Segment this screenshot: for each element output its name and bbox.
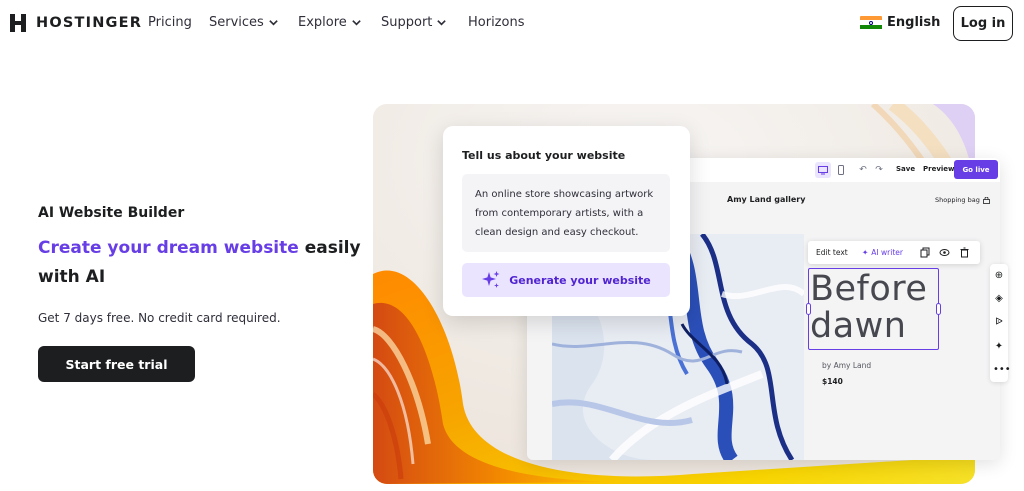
hero-headline-accent: Create your dream website bbox=[38, 238, 299, 258]
layers-icon[interactable]: ◈ bbox=[993, 293, 1005, 305]
sparkles-icon bbox=[482, 271, 500, 288]
hero-headline: Create your dream website easily with AI bbox=[38, 234, 368, 292]
hostinger-logo-icon bbox=[8, 13, 28, 33]
language-selector[interactable]: English bbox=[860, 15, 940, 30]
website-description-text: An online store showcasing artwork from … bbox=[475, 189, 654, 238]
nav-item-label: Support bbox=[381, 15, 433, 30]
desktop-view-icon[interactable] bbox=[815, 162, 831, 178]
duplicate-icon[interactable] bbox=[920, 247, 931, 258]
add-element-icon[interactable]: ⊕ bbox=[993, 270, 1005, 282]
shopping-bag-label: Shopping bag bbox=[935, 196, 980, 204]
artist-byline: by Amy Land bbox=[822, 361, 872, 370]
nav-item-support[interactable]: Support bbox=[381, 15, 447, 30]
edit-text-button[interactable]: Edit text bbox=[816, 248, 848, 257]
nav-item-label: Services bbox=[209, 15, 264, 30]
ai-tools-icon[interactable]: ✦ bbox=[993, 341, 1005, 353]
site-name: Amy Land gallery bbox=[727, 195, 806, 204]
redo-icon[interactable]: ↷ bbox=[871, 162, 887, 178]
start-free-trial-button[interactable]: Start free trial bbox=[38, 346, 195, 382]
resize-handle-right[interactable] bbox=[936, 303, 941, 315]
website-description-input[interactable]: An online store showcasing artwork from … bbox=[462, 174, 670, 252]
website-prompt-card: Tell us about your website An online sto… bbox=[443, 126, 690, 316]
preview-button[interactable]: Preview bbox=[923, 165, 955, 173]
chevron-down-icon bbox=[269, 20, 278, 26]
artwork-title[interactable]: Before dawn bbox=[810, 271, 935, 345]
login-button[interactable]: Log in bbox=[953, 6, 1013, 41]
nav-item-services[interactable]: Services bbox=[209, 15, 279, 30]
ai-writer-button[interactable]: ✦ AI writer bbox=[862, 248, 903, 257]
sparkle-icon: ✦ bbox=[862, 248, 869, 257]
brand-name: HOSTINGER bbox=[36, 15, 143, 31]
text-edit-toolbar: Edit text ✦ AI writer bbox=[808, 241, 980, 264]
save-button[interactable]: Save bbox=[896, 165, 915, 173]
artwork-price: $140 bbox=[822, 377, 843, 386]
styles-icon[interactable]: ᐉ bbox=[993, 317, 1005, 329]
nav-item-label: Horizons bbox=[468, 15, 525, 30]
trash-icon[interactable] bbox=[959, 247, 970, 258]
chevron-down-icon bbox=[352, 20, 361, 26]
nav-item-pricing[interactable]: Pricing bbox=[148, 15, 192, 30]
nav-item-label: Explore bbox=[298, 15, 347, 30]
generate-website-button[interactable]: Generate your website bbox=[462, 263, 670, 297]
language-label: English bbox=[887, 15, 941, 30]
ai-writer-label: AI writer bbox=[871, 248, 903, 257]
go-live-button[interactable]: Go live bbox=[954, 160, 998, 179]
brand-logo[interactable]: HOSTINGER bbox=[8, 13, 142, 33]
shopping-bag-link[interactable]: Shopping bag bbox=[935, 196, 990, 204]
builder-side-toolbar: ⊕ ◈ ᐉ ✦ ••• bbox=[990, 264, 1011, 382]
eye-icon[interactable] bbox=[939, 247, 950, 258]
bag-icon bbox=[982, 196, 990, 204]
undo-icon[interactable]: ↶ bbox=[855, 162, 871, 178]
nav-item-label: Pricing bbox=[148, 15, 192, 30]
generate-website-label: Generate your website bbox=[509, 273, 651, 287]
hero-subtext: Get 7 days free. No credit card required… bbox=[38, 311, 281, 325]
india-flag-icon bbox=[860, 15, 882, 30]
hero-eyebrow: AI Website Builder bbox=[38, 205, 185, 221]
top-navigation: HOSTINGER Pricing Services Explore Suppo… bbox=[0, 0, 1024, 46]
mobile-view-icon[interactable] bbox=[833, 162, 849, 178]
artwork-title-text: Before dawn bbox=[810, 269, 928, 346]
nav-item-horizons[interactable]: Horizons bbox=[468, 15, 524, 30]
more-options-icon[interactable]: ••• bbox=[993, 364, 1011, 376]
nav-item-explore[interactable]: Explore bbox=[298, 15, 362, 30]
prompt-card-title: Tell us about your website bbox=[462, 149, 626, 162]
chevron-down-icon bbox=[437, 20, 447, 26]
